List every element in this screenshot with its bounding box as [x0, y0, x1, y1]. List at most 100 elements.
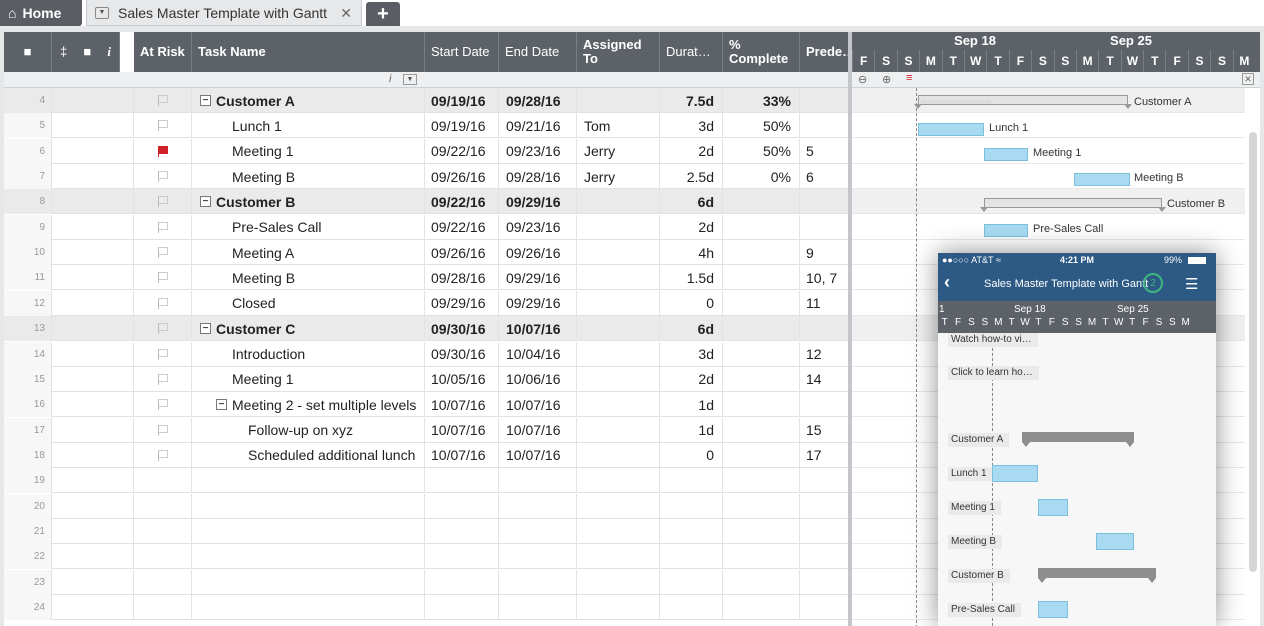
col-duration[interactable]: Durat… — [660, 32, 723, 72]
row-number[interactable]: 18 — [4, 442, 52, 468]
start-date-cell[interactable]: 09/30/16 — [425, 316, 499, 342]
flag-icon[interactable] — [157, 424, 168, 436]
start-date-cell[interactable]: 10/07/16 — [425, 392, 499, 418]
row-number[interactable]: 5 — [4, 113, 52, 139]
menu-icon[interactable]: ☰ — [1185, 275, 1198, 293]
start-date-cell[interactable]: 09/26/16 — [425, 164, 499, 190]
flag-icon[interactable] — [157, 272, 168, 284]
table-row[interactable]: 21 — [4, 518, 849, 544]
empty-cell[interactable] — [723, 518, 800, 544]
col-percent-complete[interactable]: % Complete — [723, 32, 800, 72]
start-date-cell[interactable]: 10/07/16 — [425, 417, 499, 443]
task-name-cell[interactable]: − Meeting 2 - set multiple levels — [192, 392, 425, 418]
empty-cell[interactable] — [577, 569, 660, 595]
end-date-cell[interactable]: 09/29/16 — [499, 189, 577, 215]
col-start-date[interactable]: Start Date — [425, 32, 499, 72]
table-row[interactable]: 16− Meeting 2 - set multiple levels 10/07/… — [4, 392, 849, 418]
col-at-risk[interactable]: At Risk — [134, 32, 192, 72]
empty-cell[interactable] — [425, 595, 499, 620]
predecessors-cell[interactable]: 17 — [800, 443, 849, 468]
empty-cell[interactable] — [660, 518, 723, 544]
empty-cell[interactable] — [192, 518, 425, 544]
duration-cell[interactable]: 2d — [660, 366, 723, 392]
table-row[interactable]: 4− Customer A 09/19/16 09/28/16 7.5d 33% — [4, 88, 849, 113]
row-number[interactable]: 10 — [4, 240, 52, 266]
table-row[interactable]: 18 Scheduled additional lunch 10/07/16 10/0… — [4, 442, 849, 468]
row-number[interactable]: 7 — [4, 164, 52, 190]
row-number[interactable]: 24 — [4, 595, 52, 620]
percent-complete-cell[interactable] — [723, 417, 800, 443]
end-date-cell[interactable]: 10/06/16 — [499, 366, 577, 392]
at-risk-cell[interactable] — [134, 113, 192, 139]
table-row[interactable]: 12 Closed 09/29/16 09/29/16 0 11 — [4, 290, 849, 316]
flag-icon[interactable] — [157, 171, 168, 183]
percent-complete-cell[interactable] — [723, 265, 800, 291]
assigned-to-cell[interactable] — [577, 240, 660, 266]
row-number[interactable]: 16 — [4, 392, 52, 418]
empty-cell[interactable] — [192, 544, 425, 570]
at-risk-cell[interactable] — [134, 290, 192, 316]
empty-cell[interactable] — [723, 468, 800, 494]
row-number[interactable]: 13 — [4, 316, 52, 342]
percent-complete-cell[interactable] — [723, 316, 800, 342]
start-date-cell[interactable]: 09/29/16 — [425, 290, 499, 316]
mobile-summary-bar[interactable] — [1022, 432, 1134, 447]
at-risk-cell[interactable] — [134, 240, 192, 266]
predecessors-cell[interactable]: 11 — [800, 291, 849, 316]
at-risk-cell[interactable] — [134, 341, 192, 367]
empty-cell[interactable] — [723, 544, 800, 570]
start-date-cell[interactable]: 09/26/16 — [425, 240, 499, 266]
table-row[interactable]: 22 — [4, 544, 849, 570]
flag-icon[interactable] — [157, 348, 168, 360]
duration-cell[interactable]: 1d — [660, 417, 723, 443]
row-number[interactable]: 9 — [4, 214, 52, 240]
critical-path-icon[interactable]: ≡ — [906, 72, 912, 84]
row-number[interactable]: 20 — [4, 493, 52, 519]
collapse-icon[interactable]: − — [200, 323, 211, 335]
mobile-summary-bar[interactable] — [1038, 568, 1156, 583]
empty-cell[interactable] — [192, 569, 425, 595]
percent-complete-cell[interactable] — [723, 240, 800, 266]
table-row[interactable]: 24 — [4, 595, 849, 620]
end-date-cell[interactable]: 10/07/16 — [499, 392, 577, 418]
duration-cell[interactable]: 0 — [660, 290, 723, 316]
empty-cell[interactable] — [192, 468, 425, 494]
at-risk-cell[interactable] — [134, 138, 192, 164]
end-date-cell[interactable]: 09/29/16 — [499, 265, 577, 291]
column-info-icon[interactable]: i — [389, 73, 391, 85]
flag-icon[interactable] — [157, 297, 168, 309]
start-date-cell[interactable]: 09/19/16 — [425, 113, 499, 139]
empty-cell[interactable] — [577, 468, 660, 494]
flag-icon[interactable] — [157, 221, 168, 233]
flag-icon[interactable] — [157, 399, 168, 411]
assigned-to-cell[interactable] — [577, 316, 660, 342]
predecessors-cell[interactable]: 10, 7 — [800, 265, 849, 290]
start-date-cell[interactable]: 09/22/16 — [425, 138, 499, 164]
collapse-icon[interactable]: − — [200, 95, 211, 106]
task-name-cell[interactable]: − Customer C — [192, 316, 425, 342]
table-row[interactable]: 14 Introduction 09/30/16 10/04/16 3d 12 — [4, 341, 849, 367]
home-tab[interactable]: ⌂ Home — [0, 0, 82, 26]
collapse-icon[interactable]: − — [200, 196, 211, 208]
task-name-cell[interactable]: Meeting B — [192, 164, 425, 190]
assigned-to-cell[interactable] — [577, 189, 660, 215]
empty-cell[interactable] — [499, 518, 577, 544]
at-risk-cell[interactable] — [134, 366, 192, 392]
table-row[interactable]: 5 Lunch 1 09/19/16 09/21/16 Tom 3d 50% — [4, 113, 849, 139]
mobile-label[interactable]: Customer A — [948, 433, 1010, 447]
empty-cell[interactable] — [425, 569, 499, 595]
empty-cell[interactable] — [499, 468, 577, 494]
col-task-name[interactable]: Task Name — [192, 32, 425, 72]
duration-cell[interactable]: 2d — [660, 214, 723, 240]
predecessors-cell[interactable] — [800, 113, 849, 138]
table-row[interactable]: 20 — [4, 493, 849, 519]
task-name-cell[interactable]: Meeting A — [192, 240, 425, 266]
empty-cell[interactable] — [800, 468, 849, 494]
task-name-cell[interactable]: Meeting B — [192, 265, 425, 291]
close-tab-icon[interactable]: ✕ — [340, 5, 352, 22]
end-date-cell[interactable]: 09/23/16 — [499, 138, 577, 164]
duration-cell[interactable]: 7.5d — [660, 88, 723, 113]
empty-cell[interactable] — [425, 544, 499, 570]
mobile-task-bar[interactable] — [1038, 601, 1068, 618]
empty-cell[interactable] — [577, 493, 660, 519]
